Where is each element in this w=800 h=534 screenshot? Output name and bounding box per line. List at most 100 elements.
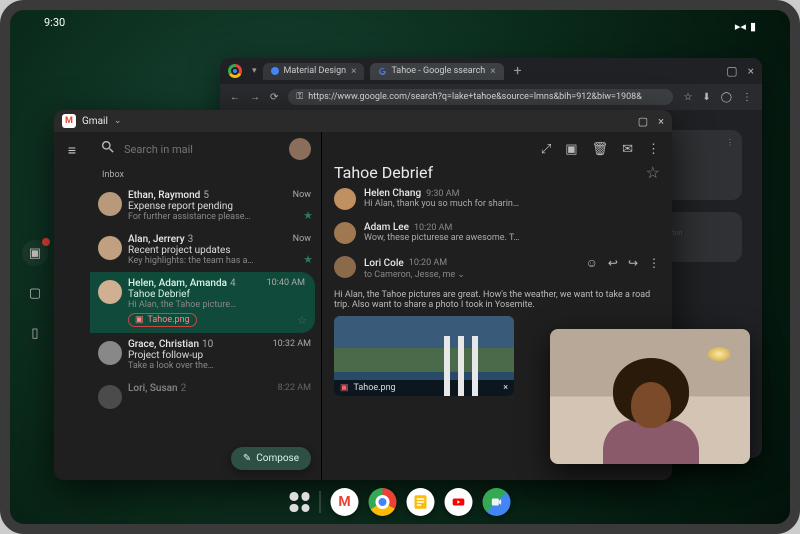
sender-avatar (334, 188, 356, 210)
star-icon[interactable]: ★ (303, 253, 313, 266)
close-icon[interactable]: × (658, 115, 664, 128)
sender-name: Lori, Susan (128, 383, 178, 394)
star-icon[interactable]: ☆ (683, 92, 692, 103)
message-title: Tahoe Debrief (334, 163, 433, 182)
chat-rail-icon[interactable]: ▢ (22, 280, 48, 306)
email-thread[interactable]: Alan, Jerrery3Now Recent project updates… (90, 228, 321, 272)
system-rail: ▣ ▢ ▯ (22, 240, 48, 346)
account-icon[interactable]: ◯ (721, 92, 732, 103)
browser-tab[interactable]: Tahoe - Google ssearch × (370, 63, 503, 80)
sender-name: Grace, Christian (128, 339, 199, 350)
reply-icon[interactable]: ↩ (608, 256, 618, 270)
taskbar-docs[interactable] (407, 488, 435, 516)
msg-preview: Hi Alan, thank you so much for sharin… (364, 199, 519, 209)
search-input[interactable] (124, 143, 281, 156)
maximize-icon[interactable]: ▢ (638, 115, 648, 128)
msg-time: 9:30 AM (426, 189, 459, 199)
sender-avatar (334, 256, 356, 278)
attachment-preview[interactable]: ▣ Tahoe.png × (334, 316, 514, 396)
url-text: https://www.google.com/search?q=lake+tah… (308, 92, 642, 102)
thread-snippet: Hi Alan, the Tahoe picture… (128, 300, 305, 310)
wifi-icon: ▸◂ (735, 20, 746, 33)
taskbar-youtube[interactable] (445, 488, 473, 516)
star-icon[interactable]: ★ (303, 209, 313, 222)
taskbar-gmail[interactable]: M (331, 488, 359, 516)
chevron-down-icon[interactable]: ⌄ (114, 116, 122, 126)
thread-time: Now (293, 190, 311, 201)
sender-name: Alan, Jerrery (128, 234, 185, 245)
expand-icon[interactable]: ⤢ (541, 142, 551, 157)
thread-time: 10:32 AM (273, 339, 311, 350)
tab-label: Material Design (284, 66, 347, 76)
app-drawer-icon[interactable] (290, 492, 310, 512)
status-bar: 9:30 ▸◂ ▮ (10, 16, 790, 36)
image-icon: ▣ (340, 383, 349, 393)
sender-avatar (98, 341, 122, 365)
chevron-down-icon[interactable]: ▾ (252, 66, 257, 76)
image-icon: ▣ (135, 315, 144, 325)
taskbar-meet[interactable] (483, 488, 511, 516)
forward-icon[interactable]: ↪ (628, 256, 638, 270)
sender-avatar (98, 236, 122, 260)
menu-icon[interactable]: ⋮ (742, 92, 752, 103)
mark-unread-icon[interactable]: ✉ (622, 142, 633, 157)
email-thread[interactable]: Lori, Susan28:22 AM (90, 377, 321, 400)
email-thread[interactable]: Ethan, Raymond5Now Expense report pendin… (90, 184, 321, 228)
inbox-pane: Inbox Ethan, Raymond5Now Expense report … (90, 132, 322, 480)
thread-count: 3 (188, 234, 194, 245)
taskbar-chrome[interactable] (369, 488, 397, 516)
more-icon[interactable]: ⋮ (647, 142, 660, 157)
attachment-chip[interactable]: ▣ Tahoe.png (128, 313, 197, 327)
search-icon[interactable] (100, 139, 116, 159)
thread-subject: Recent project updates (128, 245, 311, 256)
more-icon[interactable]: ⋮ (648, 256, 660, 270)
msg-sender: Helen Chang (364, 188, 421, 199)
expanded-message: Lori Cole10:20 AM ☺ ↩ ↪ ⋮ to Cameron, Je… (334, 250, 660, 286)
video-rail-icon[interactable]: ▯ (22, 320, 48, 346)
emoji-icon[interactable]: ☺ (586, 256, 598, 270)
forward-icon[interactable]: → (250, 92, 260, 103)
delete-icon[interactable]: 🗑 (592, 142, 609, 157)
sender-avatar (334, 222, 356, 244)
star-icon[interactable]: ☆ (646, 163, 660, 182)
chrome-icon (228, 64, 242, 78)
tab-strip: ▾ Material Design × Tahoe - Google ssear… (220, 58, 762, 84)
attachment-name: Tahoe.png (354, 383, 396, 393)
more-icon[interactable]: ⋮ (726, 138, 734, 147)
sender-avatar (98, 385, 122, 409)
new-tab-button[interactable]: + (510, 63, 526, 79)
msg-sender: Adam Lee (364, 222, 409, 233)
sender-name: Helen, Adam, Amanda (128, 278, 227, 289)
browser-tab[interactable]: Material Design × (263, 63, 365, 80)
star-icon[interactable]: ☆ (297, 314, 307, 327)
close-icon[interactable]: × (503, 383, 508, 393)
close-icon[interactable]: × (748, 64, 754, 78)
gmail-titlebar: M Gmail ⌄ ▢ × (54, 110, 672, 132)
maximize-icon[interactable]: ▢ (726, 64, 737, 78)
close-icon[interactable]: × (490, 66, 495, 77)
archive-icon[interactable]: ▣ (565, 142, 577, 157)
reload-icon[interactable]: ⟳ (270, 92, 278, 103)
thread-count: 4 (230, 278, 236, 289)
address-bar[interactable]: ⚿ https://www.google.com/search?q=lake+t… (288, 89, 673, 105)
chevron-down-icon[interactable]: ⌄ (457, 270, 465, 280)
favicon (271, 67, 279, 75)
video-participant (595, 354, 705, 464)
email-thread[interactable]: Grace, Christian1010:32 AM Project follo… (90, 333, 321, 377)
address-bar-row: ← → ⟳ ⚿ https://www.google.com/search?q=… (220, 84, 762, 110)
attachment-name: Tahoe.png (148, 315, 190, 325)
account-avatar[interactable] (289, 138, 311, 160)
close-icon[interactable]: × (351, 66, 356, 77)
back-icon[interactable]: ← (230, 92, 240, 103)
sender-avatar (98, 280, 122, 304)
video-pip[interactable] (550, 329, 750, 464)
sender-name: Ethan, Raymond (128, 190, 200, 201)
collapsed-message[interactable]: Helen Chang 9:30 AM Hi Alan, thank you so… (334, 182, 660, 216)
email-thread[interactable]: Helen, Adam, Amanda410:40 AM Tahoe Debri… (90, 272, 315, 333)
compose-button[interactable]: ✎ Compose (231, 447, 311, 470)
download-icon[interactable]: ⬇ (702, 92, 710, 103)
meet-rail-icon[interactable]: ▣ (22, 240, 48, 266)
collapsed-message[interactable]: Adam Lee10:20 AM Wow, these picturese ar… (334, 216, 660, 250)
thread-subject: Expense report pending (128, 201, 311, 212)
menu-icon[interactable]: ≡ (62, 140, 82, 160)
